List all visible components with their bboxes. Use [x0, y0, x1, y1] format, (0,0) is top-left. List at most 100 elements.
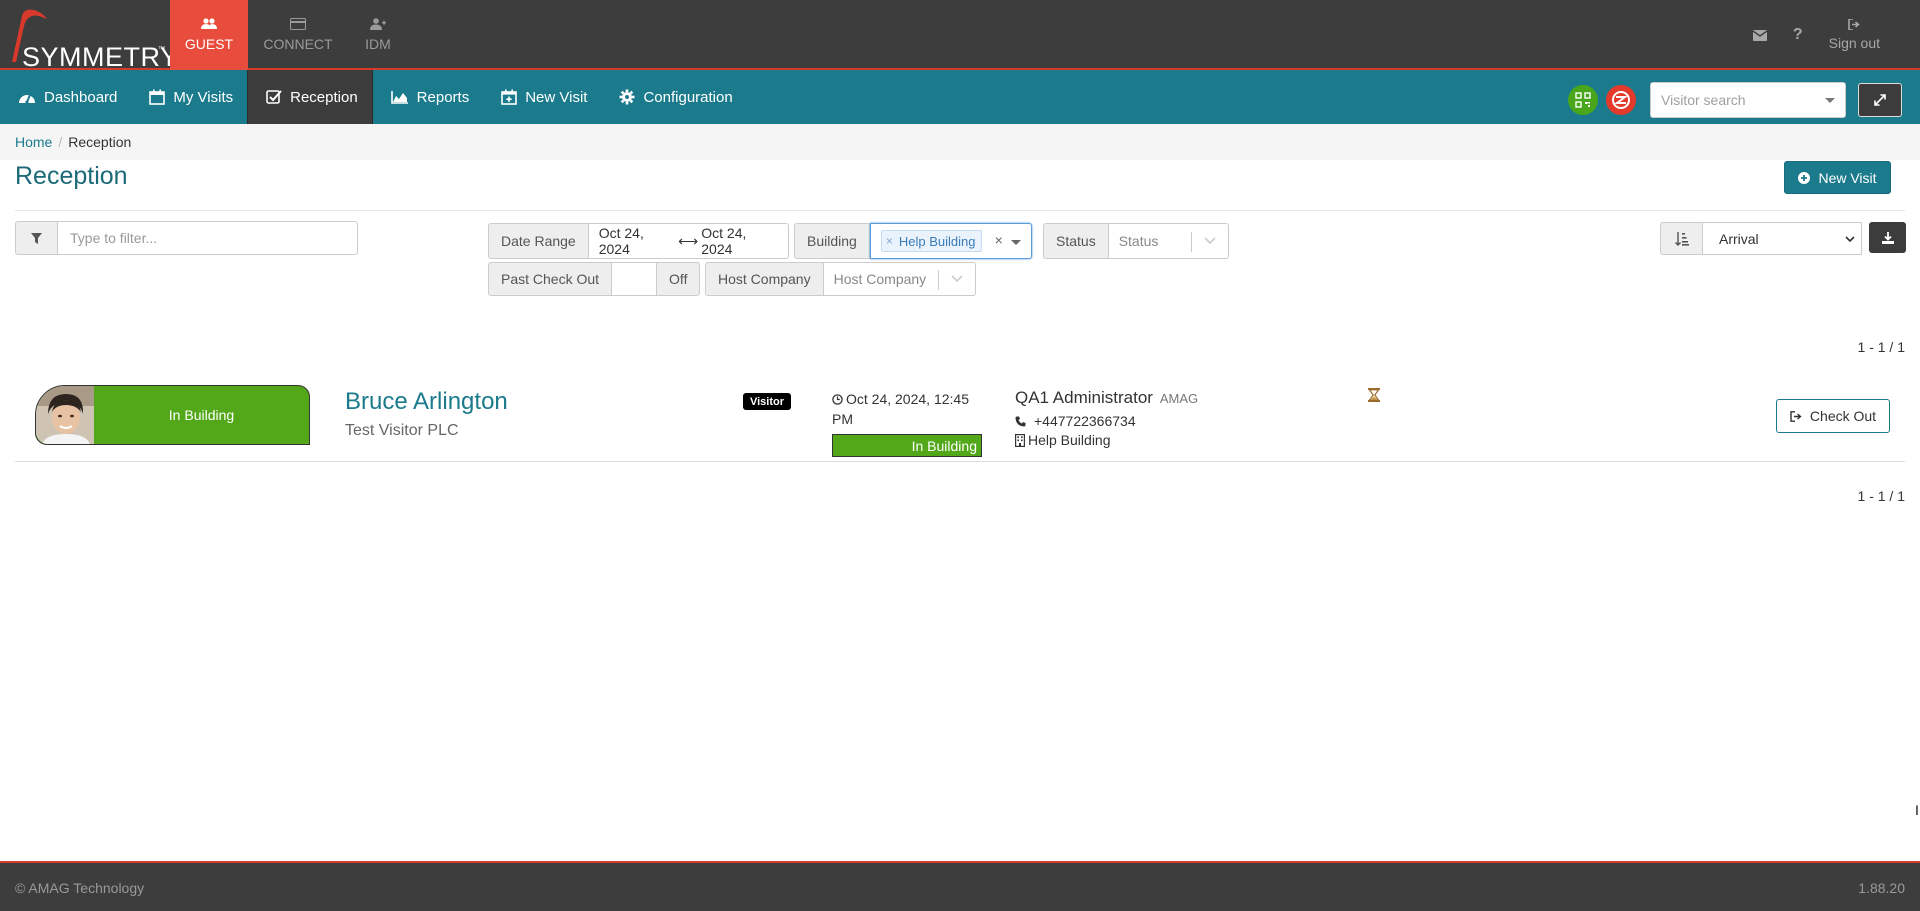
page-title: Reception — [15, 162, 128, 190]
visitor-avatar — [36, 386, 94, 444]
host-building-line: Help Building — [1015, 432, 1198, 448]
help-button[interactable]: ? — [1793, 26, 1803, 44]
nav-my-visits-label: My Visits — [173, 88, 234, 106]
breadcrumb-home[interactable]: Home — [15, 134, 52, 150]
chevron-down-icon — [1845, 236, 1855, 243]
sort-group: Arrival — [1660, 222, 1862, 255]
user-plus-icon — [370, 18, 386, 30]
symmetry-logo[interactable]: SYMMETRY ™ — [6, 6, 178, 72]
visitor-company: Test Visitor PLC — [345, 422, 459, 439]
export-button[interactable] — [1869, 222, 1906, 253]
hourglass-icon — [1368, 388, 1380, 405]
new-visit-button[interactable]: New Visit — [1784, 161, 1891, 194]
sort-order-button[interactable] — [1660, 222, 1703, 255]
fullscreen-button[interactable] — [1858, 83, 1902, 117]
host-company: AMAG — [1159, 391, 1199, 406]
past-checkout-value[interactable]: Off — [656, 262, 701, 296]
nav-my-visits[interactable]: My Visits — [131, 70, 247, 124]
clock-icon — [832, 394, 843, 405]
check-out-button[interactable]: Check Out — [1776, 399, 1890, 433]
host-company-select[interactable]: Host Company — [823, 262, 976, 296]
date-range-input[interactable]: Oct 24, 2024 ⟷ Oct 24, 2024 — [588, 223, 789, 259]
top-bar: SYMMETRY ™ GUEST CONNECT IDM ? Sign out — [0, 0, 1920, 72]
breadcrumb-separator: / — [58, 134, 63, 150]
tab-idm-label: IDM — [365, 36, 391, 52]
pagination-top: 1 - 1 / 1 — [1857, 339, 1905, 355]
check-square-icon — [266, 90, 282, 104]
status-select[interactable]: Status — [1108, 223, 1229, 259]
text-filter-group: Type to filter... — [15, 221, 358, 255]
sort-amount-icon — [1674, 231, 1689, 246]
nav-reports[interactable]: Reports — [373, 70, 484, 124]
footer: © AMAG Technology 1.88.20 — [0, 861, 1920, 911]
nav-configuration-label: Configuration — [643, 88, 733, 106]
nav-right-tools: Visitor search — [1568, 82, 1902, 118]
clear-icon[interactable]: × — [995, 232, 1003, 248]
sort-select[interactable]: Arrival — [1703, 222, 1862, 255]
gear-icon — [619, 89, 635, 105]
qr-scan-button[interactable] — [1568, 85, 1598, 115]
breadcrumb: Home / Reception — [0, 124, 1920, 160]
status-placeholder: Status — [1118, 233, 1159, 249]
visit-status-card[interactable]: In Building — [35, 385, 310, 445]
arrival-line-2: PM — [832, 411, 853, 427]
top-right-actions: ? Sign out — [1752, 0, 1880, 70]
visitor-search-placeholder: Visitor search — [1661, 92, 1746, 108]
sign-out-icon — [1790, 410, 1802, 422]
visit-row[interactable]: In Building Bruce Arlington Test Visitor… — [15, 372, 1905, 462]
building-icon — [1015, 433, 1025, 447]
download-icon — [1881, 231, 1894, 244]
select-separator — [937, 270, 939, 290]
tab-guest[interactable]: GUEST — [170, 0, 248, 70]
sign-out-icon — [1848, 19, 1861, 30]
host-company-placeholder: Host Company — [833, 271, 927, 287]
nav-reception-label: Reception — [290, 88, 358, 106]
tab-connect[interactable]: CONNECT — [248, 0, 348, 70]
visit-status-label: In Building — [168, 407, 235, 423]
nav-new-visit[interactable]: New Visit — [483, 70, 601, 124]
divider — [15, 210, 1905, 211]
check-out-label: Check Out — [1809, 408, 1877, 424]
arrival-line-1: Oct 24, 2024, 12:45 — [846, 391, 969, 407]
visitor-search-select[interactable]: Visitor search — [1650, 82, 1846, 118]
sign-out-button[interactable]: Sign out — [1829, 19, 1880, 51]
chevron-down-icon — [951, 275, 963, 283]
visitor-photo — [36, 386, 94, 444]
host-company-filter: Host Company Host Company — [705, 262, 976, 296]
building-tag: × Help Building — [880, 230, 983, 252]
nav-new-visit-label: New Visit — [525, 88, 588, 106]
plus-circle-icon — [1798, 171, 1811, 184]
filter-addon — [15, 221, 58, 255]
tab-idm[interactable]: IDM — [348, 0, 408, 70]
breadcrumb-current: Reception — [68, 134, 132, 150]
logo-text: SYMMETRY — [22, 42, 179, 72]
main-nav: Dashboard My Visits Reception Reports Ne… — [0, 70, 1920, 124]
badge-printer-disabled-button[interactable] — [1606, 85, 1636, 115]
arrival-time: Oct 24, 2024, 12:45 PM — [832, 389, 982, 429]
arrows-horizontal-icon: ⟷ — [678, 232, 699, 249]
calendar-icon — [149, 89, 166, 105]
filter-input[interactable]: Type to filter... — [58, 221, 358, 255]
tab-guest-label: GUEST — [184, 36, 234, 52]
nav-reports-label: Reports — [416, 88, 470, 106]
visitor-name[interactable]: Bruce Arlington — [345, 388, 508, 416]
text-cursor: I — [1915, 802, 1919, 818]
nav-dashboard[interactable]: Dashboard — [0, 70, 131, 124]
host-building: Help Building — [1028, 432, 1111, 448]
date-range-label: Date Range — [488, 223, 589, 259]
remove-tag-icon[interactable]: × — [886, 234, 893, 248]
date-to: Oct 24, 2024 — [701, 225, 747, 257]
select-separator — [1190, 232, 1192, 252]
users-icon — [201, 18, 217, 29]
host-info: QA1 Administrator AMAG +447722366734 Hel… — [1015, 388, 1198, 448]
status-filter: Status Status — [1043, 223, 1229, 259]
nav-configuration[interactable]: Configuration — [601, 70, 746, 124]
building-tag-label: Help Building — [898, 233, 976, 249]
messages-button[interactable] — [1752, 29, 1767, 41]
past-checkout-toggle[interactable] — [612, 262, 657, 296]
envelope-icon — [1752, 29, 1767, 41]
footer-copyright: © AMAG Technology — [15, 880, 145, 896]
host-name: QA1 Administrator — [1015, 388, 1153, 407]
nav-reception[interactable]: Reception — [247, 70, 373, 124]
building-select[interactable]: × Help Building × — [869, 223, 1032, 259]
